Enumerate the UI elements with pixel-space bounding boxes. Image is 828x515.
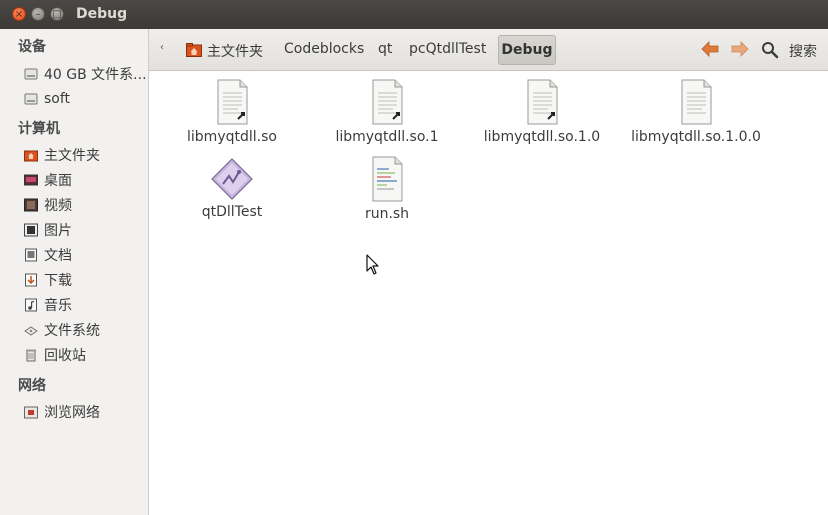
file-name: qtDllTest bbox=[201, 204, 263, 220]
close-window-button[interactable]: × bbox=[12, 7, 26, 21]
title-bar: × – □ Debug bbox=[0, 0, 828, 29]
file-view: libmyqtdll.so libmyqtdll.so.1 libmyqtdll… bbox=[150, 71, 828, 515]
sidebar-item-label: 下载 bbox=[44, 273, 72, 289]
shared-library-link-icon bbox=[527, 79, 558, 125]
breadcrumb-codeblocks[interactable]: Codeblocks bbox=[284, 41, 364, 57]
file-item[interactable]: libmyqtdll.so bbox=[162, 79, 302, 145]
sidebar-item-label: 主文件夹 bbox=[44, 148, 100, 164]
shared-library-icon bbox=[217, 79, 248, 125]
sidebar-heading-network: 网络 bbox=[18, 378, 46, 394]
mouse-cursor-icon bbox=[366, 254, 380, 276]
sidebar-item-label: 视频 bbox=[44, 198, 72, 214]
sidebar-item-label: 浏览网络 bbox=[44, 405, 100, 421]
sidebar-item-downloads[interactable]: 下载 bbox=[24, 270, 148, 290]
sidebar-item-browse-network[interactable]: 浏览网络 bbox=[24, 402, 148, 422]
downloads-icon bbox=[24, 273, 38, 287]
sidebar-item-label: 桌面 bbox=[44, 173, 72, 189]
home-folder-icon bbox=[24, 148, 38, 162]
documents-icon bbox=[24, 248, 38, 262]
file-name: libmyqtdll.so.1.0 bbox=[483, 129, 601, 145]
drive-icon bbox=[24, 67, 38, 81]
sidebar-item-trash[interactable]: 回收站 bbox=[24, 345, 148, 365]
breadcrumb-current-debug[interactable]: Debug bbox=[498, 35, 556, 65]
back-arrow-button[interactable] bbox=[699, 38, 721, 65]
sidebar-item-label: 文件系统 bbox=[44, 323, 100, 339]
home-folder-icon bbox=[186, 43, 202, 57]
network-icon bbox=[24, 405, 38, 419]
search-button[interactable] bbox=[761, 41, 779, 59]
search-label[interactable]: 搜索 bbox=[789, 41, 817, 61]
file-name: run.sh bbox=[364, 206, 410, 222]
breadcrumb-scroll-left-button[interactable]: ‹ bbox=[160, 42, 164, 53]
sidebar-item-pictures[interactable]: 图片 bbox=[24, 220, 148, 240]
pictures-icon bbox=[24, 223, 38, 237]
sidebar-item-label: 文档 bbox=[44, 248, 72, 264]
music-icon bbox=[24, 298, 38, 312]
sidebar-item-desktop[interactable]: 桌面 bbox=[24, 170, 148, 190]
sidebar-item-videos[interactable]: 视频 bbox=[24, 195, 148, 215]
minimize-window-button[interactable]: – bbox=[31, 7, 45, 21]
breadcrumb-qt[interactable]: qt bbox=[378, 41, 392, 57]
sidebar-item-filesystem[interactable]: 文件系统 bbox=[24, 320, 148, 340]
back-arrow-icon bbox=[701, 41, 719, 57]
window-title: Debug bbox=[76, 6, 128, 22]
desktop-icon bbox=[24, 173, 38, 187]
sidebar-item-label: soft bbox=[44, 91, 71, 107]
sidebar-item-music[interactable]: 音乐 bbox=[24, 295, 148, 315]
shared-library-icon bbox=[681, 79, 712, 125]
sidebar-item-40gb-filesystem[interactable]: 40 GB 文件系... bbox=[24, 64, 148, 84]
drive-icon bbox=[24, 92, 38, 106]
forward-arrow-button[interactable] bbox=[729, 38, 751, 65]
file-item[interactable]: libmyqtdll.so.1.0.0 bbox=[626, 79, 766, 145]
file-item[interactable]: libmyqtdll.so.1 bbox=[317, 79, 457, 145]
trash-icon bbox=[24, 348, 38, 362]
file-item[interactable]: libmyqtdll.so.1.0 bbox=[472, 79, 612, 145]
sidebar-item-label: 音乐 bbox=[44, 298, 72, 314]
sidebar-item-label: 回收站 bbox=[44, 348, 86, 364]
search-icon bbox=[762, 42, 779, 59]
file-item[interactable]: qtDllTest bbox=[162, 158, 302, 220]
shell-script-icon bbox=[372, 156, 403, 202]
shared-library-link-icon bbox=[372, 79, 403, 125]
location-toolbar: ‹ 主文件夹 Codeblocks qt pcQtdllTest Debug 搜… bbox=[149, 29, 828, 71]
sidebar-item-label: 图片 bbox=[44, 223, 72, 239]
sidebar-item-documents[interactable]: 文档 bbox=[24, 245, 148, 265]
file-name: libmyqtdll.so.1 bbox=[335, 129, 439, 145]
sidebar-item-soft[interactable]: soft bbox=[24, 89, 148, 109]
maximize-window-button[interactable]: □ bbox=[50, 7, 64, 21]
videos-icon bbox=[24, 198, 38, 212]
file-item[interactable]: run.sh bbox=[317, 156, 457, 222]
filesystem-icon bbox=[24, 323, 38, 337]
file-name: libmyqtdll.so.1.0.0 bbox=[631, 129, 761, 145]
breadcrumb-pcqtdlltest[interactable]: pcQtdllTest bbox=[409, 41, 486, 57]
sidebar-item-home[interactable]: 主文件夹 bbox=[24, 145, 148, 165]
executable-icon bbox=[211, 158, 253, 200]
places-sidebar: 设备 40 GB 文件系... soft 计算机 主文件夹 桌面 视频 图片 文… bbox=[0, 29, 149, 515]
sidebar-heading-devices: 设备 bbox=[18, 39, 46, 55]
sidebar-item-label: 40 GB 文件系... bbox=[44, 67, 147, 83]
sidebar-heading-computer: 计算机 bbox=[18, 121, 60, 137]
file-name: libmyqtdll.so bbox=[187, 129, 277, 145]
forward-arrow-icon bbox=[731, 41, 749, 57]
breadcrumb-home[interactable]: 主文件夹 bbox=[207, 41, 263, 61]
